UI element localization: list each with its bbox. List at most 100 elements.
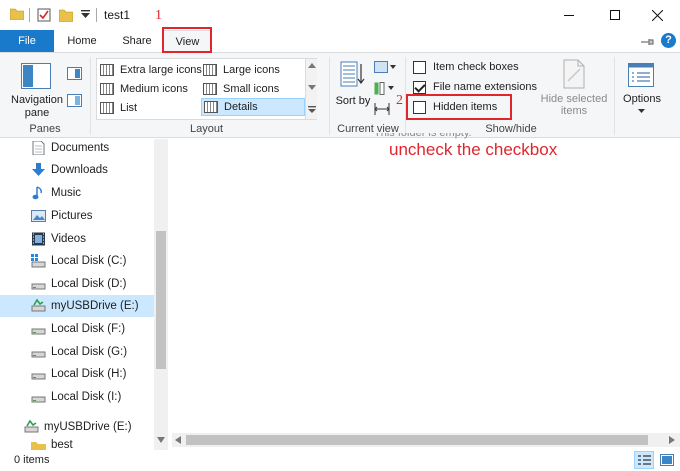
tab-file[interactable]: File bbox=[0, 30, 54, 52]
music-icon bbox=[32, 186, 42, 200]
ribbon-separator bbox=[614, 57, 615, 135]
options-button[interactable]: Options bbox=[618, 59, 666, 121]
layout-gallery: Extra large icons Large icons Medium ico… bbox=[96, 58, 317, 120]
layout-small-icons[interactable]: Small icons bbox=[203, 80, 279, 98]
close-button[interactable] bbox=[634, 0, 680, 30]
chevron-right-icon bbox=[669, 436, 675, 444]
file-list-area[interactable] bbox=[168, 139, 680, 450]
customize-quick-access-icon[interactable] bbox=[81, 10, 90, 22]
file-name-extensions-label: File name extensions bbox=[433, 81, 537, 93]
details-view-icon bbox=[638, 455, 651, 465]
chevron-down-icon bbox=[638, 109, 645, 113]
minimize-icon bbox=[564, 14, 574, 16]
hide-selected-items-button[interactable]: Hide selected items bbox=[538, 59, 610, 119]
extra-large-icons-icon bbox=[100, 64, 114, 76]
horizontal-scrollbar[interactable] bbox=[172, 433, 680, 447]
options-icon bbox=[628, 63, 654, 87]
item-check-boxes-label: Item check boxes bbox=[433, 61, 519, 73]
properties-icon[interactable] bbox=[37, 8, 51, 25]
nav-item-local-disk-c[interactable]: Local Disk (C:) bbox=[0, 250, 154, 272]
panes-group-label: Panes bbox=[29, 123, 61, 135]
annotation-step-1: 1 bbox=[155, 8, 162, 23]
annotation-step-2: 2 bbox=[396, 93, 403, 108]
large-icons-view-toggle[interactable] bbox=[657, 451, 677, 469]
layout-medium-icons[interactable]: Medium icons bbox=[100, 80, 188, 98]
pin-ribbon-icon[interactable] bbox=[641, 37, 655, 49]
expand-gallery-icon bbox=[308, 106, 316, 113]
file-name-extensions-checkbox[interactable] bbox=[413, 80, 426, 94]
usb-drive-icon bbox=[31, 299, 46, 312]
details-pane-icon[interactable] bbox=[67, 94, 82, 110]
item-check-boxes-option[interactable]: Item check boxes bbox=[413, 58, 519, 76]
item-check-boxes-checkbox[interactable] bbox=[413, 60, 426, 74]
layout-details[interactable]: Details bbox=[201, 98, 305, 116]
item-count: 0 items bbox=[14, 454, 50, 466]
navigation-pane-button[interactable]: Navigation pane bbox=[4, 59, 64, 119]
list-icon bbox=[100, 102, 114, 114]
nav-item-downloads[interactable]: Downloads bbox=[0, 159, 154, 181]
ribbon-separator bbox=[329, 57, 330, 135]
hide-selected-items-label: Hide selected items bbox=[540, 93, 608, 117]
help-icon[interactable]: ? bbox=[661, 33, 676, 48]
new-folder-icon[interactable] bbox=[58, 8, 74, 25]
nav-item-myusbdrive-e[interactable]: myUSBDrive (E:) bbox=[0, 295, 154, 317]
nav-item-documents[interactable]: Documents bbox=[0, 137, 154, 159]
ribbon: Navigation pane Panes Extra large icons … bbox=[0, 52, 680, 138]
preview-pane-icon[interactable] bbox=[67, 67, 82, 83]
layout-list[interactable]: List bbox=[100, 99, 137, 117]
empty-folder-message: This folder is empty. bbox=[374, 133, 472, 139]
status-bar: 0 items bbox=[0, 450, 680, 471]
annotation-view-tab-highlight bbox=[162, 27, 212, 53]
details-icon bbox=[204, 101, 218, 113]
nav-item-local-disk-d[interactable]: Local Disk (D:) bbox=[0, 273, 154, 295]
usb-drive-icon bbox=[24, 420, 39, 433]
layout-group-label: Layout bbox=[189, 123, 224, 135]
chevron-left-icon bbox=[175, 436, 181, 444]
nav-item-pictures[interactable]: Pictures bbox=[0, 205, 154, 227]
sort-by-button[interactable]: Sort by bbox=[335, 59, 371, 121]
tab-share[interactable]: Share bbox=[116, 30, 158, 52]
group-by-icon[interactable] bbox=[374, 61, 396, 78]
drive-icon bbox=[31, 373, 46, 380]
nav-item-best[interactable]: best bbox=[0, 437, 154, 450]
pictures-icon bbox=[31, 210, 46, 222]
chevron-down-icon[interactable] bbox=[157, 437, 165, 443]
details-view-toggle[interactable] bbox=[634, 451, 654, 469]
folder-icon bbox=[9, 8, 25, 23]
nav-item-local-disk-i[interactable]: Local Disk (I:) bbox=[0, 386, 154, 408]
annotation-hidden-items-highlight bbox=[406, 94, 512, 120]
nav-item-local-disk-f[interactable]: Local Disk (F:) bbox=[0, 318, 154, 340]
nav-item-music[interactable]: Music bbox=[0, 182, 154, 204]
layout-large-icons[interactable]: Large icons bbox=[203, 61, 280, 79]
layout-scroll[interactable] bbox=[305, 59, 317, 119]
large-icons-icon bbox=[203, 64, 217, 76]
title-separator bbox=[29, 8, 30, 22]
drive-icon bbox=[31, 283, 46, 290]
horizontal-scrollbar-thumb[interactable] bbox=[186, 435, 648, 445]
small-icons-icon bbox=[203, 83, 217, 95]
navigation-scrollbar-thumb[interactable] bbox=[156, 231, 166, 369]
add-columns-icon[interactable] bbox=[374, 82, 396, 99]
navigation-scrollbar[interactable] bbox=[154, 139, 168, 450]
navigation-pane-icon bbox=[21, 63, 51, 89]
drive-icon bbox=[31, 351, 46, 358]
close-icon bbox=[651, 9, 663, 21]
nav-item-videos[interactable]: Videos bbox=[0, 228, 154, 250]
minimize-button[interactable] bbox=[546, 0, 592, 30]
ribbon-tabs: File Home Share View ? bbox=[0, 30, 680, 54]
sort-by-label: Sort by bbox=[335, 95, 371, 107]
nav-item-local-disk-g[interactable]: Local Disk (G:) bbox=[0, 341, 154, 363]
layout-extra-large-icons[interactable]: Extra large icons bbox=[100, 61, 202, 79]
hide-selected-items-icon bbox=[563, 59, 585, 89]
title-bar: test1 bbox=[0, 0, 680, 30]
maximize-button[interactable] bbox=[592, 0, 638, 30]
nav-item-myusbdrive-root[interactable]: myUSBDrive (E:) bbox=[0, 416, 154, 438]
options-label: Options bbox=[623, 93, 661, 105]
nav-item-local-disk-h[interactable]: Local Disk (H:) bbox=[0, 363, 154, 385]
medium-icons-icon bbox=[100, 83, 114, 95]
tab-home[interactable]: Home bbox=[62, 30, 102, 52]
window-title: test1 bbox=[104, 8, 131, 22]
large-icons-view-icon bbox=[660, 454, 674, 466]
size-columns-icon[interactable] bbox=[374, 102, 390, 119]
windows-drive-icon bbox=[31, 254, 46, 268]
